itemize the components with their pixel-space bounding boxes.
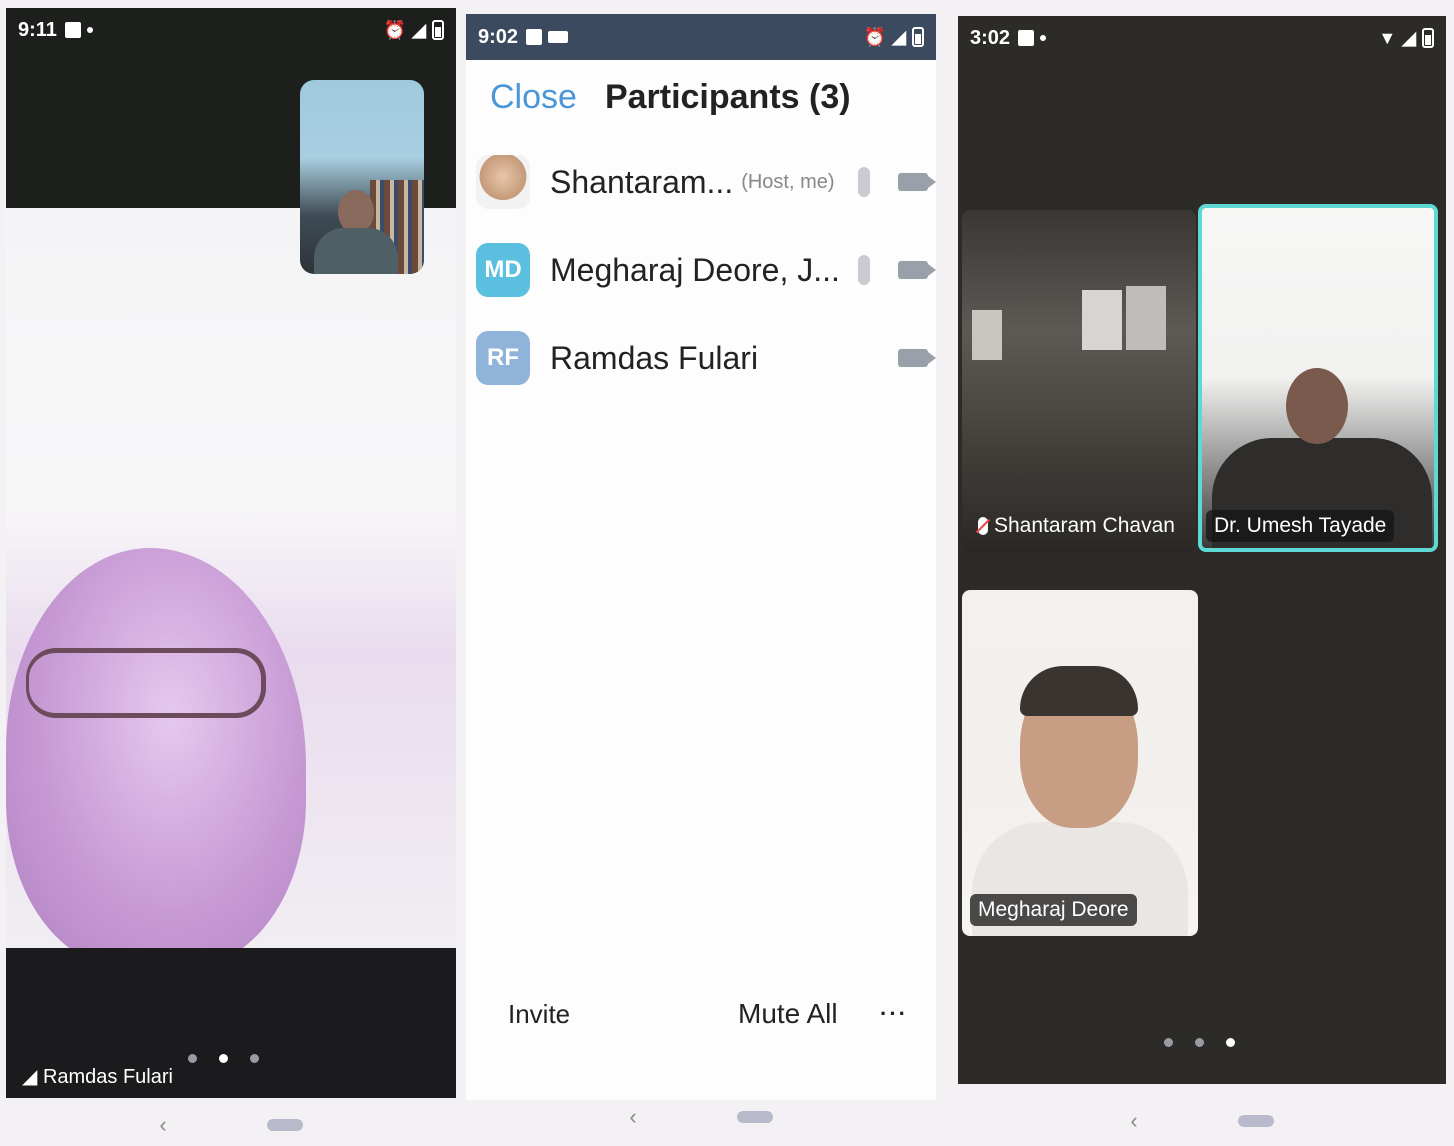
- tile-name: Dr. Umesh Tayade: [1214, 514, 1387, 537]
- page-dot-1[interactable]: [1164, 1038, 1173, 1047]
- tile-name-tag: Megharaj Deore: [970, 894, 1137, 926]
- participant-status-icons: [898, 349, 936, 367]
- page-indicator[interactable]: [188, 1054, 259, 1063]
- participant-hair: [1020, 666, 1138, 716]
- wifi-icon: ▼: [1378, 27, 1397, 48]
- window-pane: [1082, 290, 1122, 350]
- system-nav-bar-3: ‹: [958, 1108, 1446, 1134]
- status-time: 3:02: [970, 26, 1011, 49]
- page-dot-1[interactable]: [188, 1054, 197, 1063]
- status-time: 9:02: [478, 25, 519, 48]
- participant-face: [1286, 368, 1348, 444]
- phone-speaker-view: 9:11 ⏰ ◢ ◢ Ramdas Fulari: [6, 8, 456, 1098]
- page-dot-3[interactable]: [1226, 1038, 1235, 1047]
- phone-gallery-view: 3:02 ▼ ◢ Shantaram Chavan Dr. Umesh Taya…: [958, 16, 1446, 1084]
- speaker-face: [6, 548, 306, 968]
- window-pane: [1126, 286, 1166, 350]
- mute-all-button[interactable]: Mute All: [738, 998, 838, 1030]
- invite-button[interactable]: Invite: [508, 999, 570, 1030]
- participant-row[interactable]: MD Megharaj Deore, J...: [476, 226, 936, 314]
- status-time: 9:11: [18, 18, 57, 41]
- back-icon[interactable]: ‹: [1130, 1108, 1137, 1134]
- battery-icon: [1422, 28, 1434, 48]
- system-nav-bar-1: ‹: [6, 1112, 456, 1138]
- participant-role: (Host, me): [741, 170, 835, 193]
- video-tile-shantaram[interactable]: [962, 210, 1196, 552]
- self-view-thumbnail[interactable]: [300, 80, 424, 274]
- gallery-notification-icon: [526, 29, 543, 45]
- participant-avatar: MD: [476, 243, 530, 297]
- alarm-icon: ⏰: [383, 19, 407, 40]
- video-tile-umesh-active-speaker[interactable]: [1198, 204, 1438, 552]
- battery-icon: [432, 20, 444, 40]
- page-indicator[interactable]: [1164, 1038, 1235, 1047]
- gallery-notification-icon: [64, 22, 81, 38]
- camera-icon: [898, 261, 936, 279]
- home-pill[interactable]: [736, 1111, 773, 1123]
- video-notification-icon: [548, 31, 569, 43]
- home-pill[interactable]: [1237, 1115, 1274, 1127]
- page-dot-3[interactable]: [250, 1054, 259, 1063]
- self-view-body: [314, 228, 398, 274]
- alarm-icon: ⏰: [863, 26, 887, 47]
- window-pane: [972, 310, 1002, 360]
- participant-status-icons: [858, 255, 936, 285]
- microphone-icon: [858, 167, 870, 197]
- camera-icon: [898, 173, 936, 191]
- notification-dot-icon: [86, 27, 93, 33]
- tile-name: Shantaram Chavan: [994, 514, 1175, 537]
- notification-dot-icon: [1040, 35, 1047, 41]
- participants-title: Participants (3): [604, 78, 851, 116]
- signal-icon: ◢: [892, 26, 906, 47]
- status-bar: 3:02 ▼ ◢: [958, 16, 1446, 60]
- signal-strength-icon: ◢: [22, 1066, 43, 1088]
- close-button[interactable]: Close: [490, 78, 577, 117]
- back-icon[interactable]: ‹: [159, 1112, 166, 1138]
- signal-icon: ◢: [1402, 27, 1416, 48]
- status-icons: ⏰ ◢: [864, 27, 924, 48]
- microphone-icon: [858, 255, 870, 285]
- camera-icon: [898, 349, 936, 367]
- main-video-feed[interactable]: [6, 208, 456, 968]
- participants-header: Close Participants (3): [490, 78, 851, 117]
- participant-row[interactable]: RF Ramdas Fulari: [476, 314, 936, 402]
- page-dot-2[interactable]: [1195, 1038, 1204, 1047]
- page-dot-2[interactable]: [219, 1054, 228, 1063]
- tile-name: Megharaj Deore: [978, 898, 1129, 921]
- status-icons: ⏰ ◢: [384, 20, 444, 41]
- status-icons: ▼ ◢: [1378, 28, 1434, 49]
- video-tile-megharaj[interactable]: [962, 590, 1198, 936]
- phone-participants: 9:02 ⏰ ◢ Close Participants (3) Shantara…: [466, 14, 936, 1100]
- participant-list: Shantaram... (Host, me) MD Megharaj Deor…: [476, 138, 936, 402]
- participant-status-icons: [858, 167, 936, 197]
- participant-row[interactable]: Shantaram... (Host, me): [476, 138, 936, 226]
- home-pill[interactable]: [266, 1119, 303, 1131]
- speaker-name-tag: ◢ Ramdas Fulari: [14, 1060, 181, 1093]
- status-bar: 9:11 ⏰ ◢: [6, 8, 456, 52]
- more-options-button[interactable]: ···: [880, 1001, 908, 1027]
- participant-avatar: RF: [476, 331, 530, 385]
- participant-avatar-photo: [476, 155, 530, 209]
- muted-microphone-icon: [978, 517, 988, 536]
- speaker-glasses: [26, 648, 266, 718]
- back-icon[interactable]: ‹: [629, 1104, 636, 1130]
- battery-icon: [912, 27, 924, 47]
- status-bar: 9:02 ⏰ ◢: [466, 14, 936, 60]
- participant-name: Shantaram...: [550, 163, 734, 200]
- system-nav-bar-2: ‹: [466, 1104, 936, 1130]
- tile-name-tag: Dr. Umesh Tayade: [1206, 510, 1395, 542]
- tile-name-tag: Shantaram Chavan: [970, 510, 1183, 542]
- participant-name: Megharaj Deore, J...: [550, 251, 840, 288]
- participant-name: Ramdas Fulari: [550, 339, 759, 376]
- gallery-notification-icon: [1018, 30, 1035, 46]
- speaker-name: Ramdas Fulari: [42, 1066, 173, 1088]
- signal-icon: ◢: [412, 19, 426, 40]
